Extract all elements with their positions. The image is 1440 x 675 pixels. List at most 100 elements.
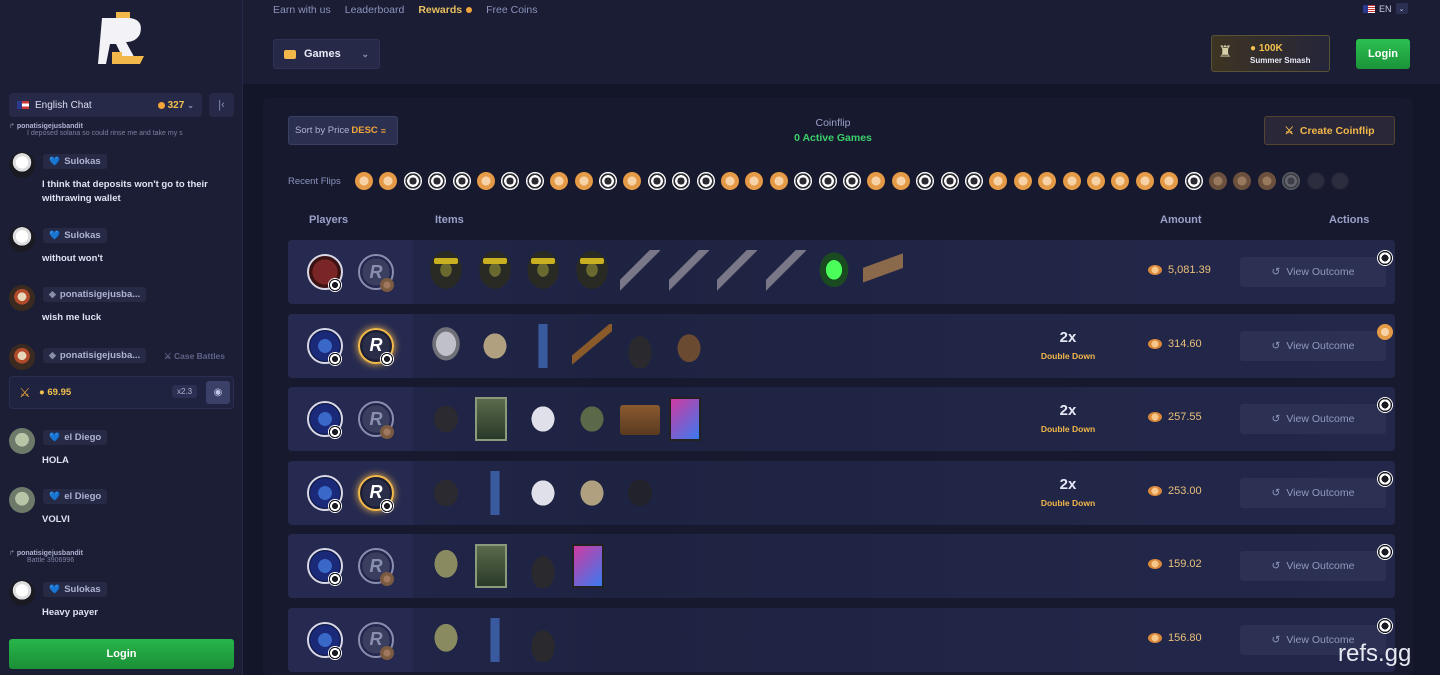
- coin-flip-result-icon: [1038, 172, 1057, 190]
- heart-icon: 💙: [49, 432, 61, 442]
- avatar[interactable]: [9, 428, 35, 454]
- item-vest-icon[interactable]: [571, 470, 612, 515]
- view-outcome-button[interactable]: ↺ View Outcome: [1240, 551, 1386, 581]
- coinflip-row[interactable]: R 2x Double Down 253.00 ↺ View Outcome: [288, 460, 1395, 525]
- coin-flip-result-icon: [379, 172, 398, 190]
- item-facemask-icon[interactable]: [426, 323, 466, 368]
- avatar[interactable]: [9, 226, 35, 252]
- item-boots-icon[interactable]: [523, 544, 563, 588]
- item-hood-icon[interactable]: [426, 617, 466, 662]
- chip-side-icon: [328, 645, 342, 660]
- avatar[interactable]: [9, 580, 35, 606]
- item-coat-icon[interactable]: [620, 470, 660, 515]
- item-suit-icon[interactable]: [523, 323, 563, 368]
- coinflip-row[interactable]: R 2x Double Down 257.55 ↺ View Outcome: [288, 387, 1395, 451]
- reply-user: ponatisigejusbandit: [16, 550, 83, 557]
- nav-rewards[interactable]: Rewards: [418, 4, 473, 16]
- chip-flip-result-icon: [403, 172, 422, 190]
- amount: 253.00: [1148, 485, 1220, 497]
- item-crate-icon[interactable]: [620, 405, 660, 435]
- promo-banner[interactable]: ♜ ● 100K Summer Smash: [1211, 35, 1330, 72]
- view-outcome-label: View Outcome: [1286, 560, 1355, 572]
- username-pill[interactable]: 💙 Sulokas: [43, 154, 107, 169]
- view-outcome-label: View Outcome: [1286, 413, 1355, 425]
- view-outcome-button[interactable]: ↺ View Outcome: [1240, 257, 1386, 287]
- item-hat-icon[interactable]: [668, 323, 709, 368]
- create-coinflip-label: Create Coinflip: [1299, 124, 1375, 137]
- item-neon-icon[interactable]: [571, 544, 604, 588]
- view-outcome-button[interactable]: ↺ View Outcome: [1240, 330, 1386, 361]
- item-armor-icon[interactable]: [426, 397, 466, 441]
- login-button[interactable]: Login: [1356, 39, 1410, 69]
- nav-leaderboard[interactable]: Leaderboard: [345, 4, 405, 16]
- coinflip-row[interactable]: R 156.80 ↺ View Outcome: [288, 607, 1395, 672]
- coinflip-row[interactable]: R 2x Double Down 314.60 ↺ View Outcome: [288, 313, 1395, 378]
- item-slot-icon[interactable]: [474, 544, 507, 588]
- heart-icon: 💙: [49, 156, 61, 166]
- coin-flip-result-icon: [1087, 172, 1105, 190]
- sort-direction: DESC: [351, 125, 378, 136]
- item-jacket-icon[interactable]: [571, 397, 612, 441]
- username: Sulokas: [64, 230, 101, 241]
- sort-button[interactable]: Sort by Price DESC ≡: [288, 116, 398, 145]
- create-coinflip-button[interactable]: ⚔ Create Coinflip: [1264, 116, 1395, 145]
- item-helm2-icon[interactable]: [523, 470, 563, 515]
- header-amount: Amount: [1160, 214, 1202, 226]
- coinflip-row[interactable]: R 5,081.39 ↺ View Outcome: [288, 240, 1395, 304]
- item-xbow-icon[interactable]: [571, 323, 612, 368]
- username-pill[interactable]: 💙 Sulokas: [43, 228, 107, 243]
- item-helmet-icon[interactable]: [426, 250, 466, 294]
- coin-flip-result-icon: [891, 172, 910, 190]
- username-pill[interactable]: ◆ ponatisigejusba...: [43, 287, 147, 302]
- username-pill[interactable]: 💙 el Diego: [43, 489, 108, 504]
- item-rifle-icon[interactable]: [668, 250, 709, 294]
- reply-text: Battle 3906996: [27, 557, 75, 564]
- item-helm2-icon[interactable]: [523, 397, 563, 441]
- item-rifle-icon[interactable]: [620, 250, 660, 294]
- notification-dot-icon: [466, 7, 473, 13]
- avatar[interactable]: [9, 285, 35, 311]
- item-suit-icon[interactable]: [474, 617, 515, 662]
- item-rifle-icon[interactable]: [717, 250, 757, 294]
- language-selector[interactable]: EN ⌄: [1363, 3, 1408, 14]
- item-armor-icon[interactable]: [426, 470, 466, 515]
- item-helmet-icon[interactable]: [474, 250, 515, 294]
- item-hood-icon[interactable]: [426, 544, 466, 588]
- reply-user: ponatisigejusbandit: [16, 123, 83, 130]
- view-outcome-button[interactable]: ↺ View Outcome: [1240, 404, 1386, 434]
- view-outcome-button[interactable]: ↺ View Outcome: [1240, 477, 1386, 508]
- avatar[interactable]: [9, 344, 35, 370]
- case-battle-card[interactable]: ⚔ ● 69.95 x2.3 ◉: [9, 376, 234, 409]
- item-mask-icon[interactable]: [814, 250, 854, 294]
- item-pistol-icon[interactable]: [862, 250, 903, 294]
- username-pill[interactable]: ◆ ponatisigejusba...: [43, 348, 147, 363]
- item-helmet-icon[interactable]: [571, 250, 612, 294]
- collapse-sidebar-button[interactable]: |‹: [209, 93, 234, 117]
- avatar[interactable]: [9, 487, 35, 513]
- username-pill[interactable]: 💙 Sulokas: [43, 582, 107, 597]
- avatar[interactable]: [9, 152, 35, 178]
- nav-free-coins[interactable]: Free Coins: [486, 4, 537, 16]
- history-icon: ↺: [1271, 486, 1281, 499]
- eye-icon[interactable]: ◉: [206, 381, 230, 404]
- multiplier-label: Double Down: [1040, 497, 1096, 508]
- site-logo[interactable]: [96, 12, 150, 68]
- chat-room-selector[interactable]: English Chat 327 ⌄: [9, 93, 202, 117]
- chip-flip-result-icon: [1331, 172, 1349, 190]
- item-suit-icon[interactable]: [474, 470, 515, 515]
- sidebar-login-button[interactable]: Login: [9, 639, 234, 669]
- gem-icon: ◆: [49, 289, 56, 299]
- item-boots-icon[interactable]: [523, 617, 563, 662]
- coinflip-row[interactable]: R 159.02 ↺ View Outcome: [288, 534, 1395, 598]
- games-dropdown[interactable]: Games ⌄: [273, 39, 380, 69]
- item-boots-icon[interactable]: [620, 323, 660, 368]
- nav-earn[interactable]: Earn with us: [273, 4, 331, 16]
- item-rifle-icon[interactable]: [765, 250, 806, 294]
- item-vest-icon[interactable]: [474, 323, 515, 368]
- item-slot-icon[interactable]: [474, 397, 507, 441]
- amount: 159.02: [1148, 558, 1220, 570]
- item-neon-icon[interactable]: [668, 397, 701, 441]
- username-pill[interactable]: 💙 el Diego: [43, 430, 108, 445]
- us-flag-icon: [17, 101, 29, 109]
- item-helmet-icon[interactable]: [523, 250, 563, 294]
